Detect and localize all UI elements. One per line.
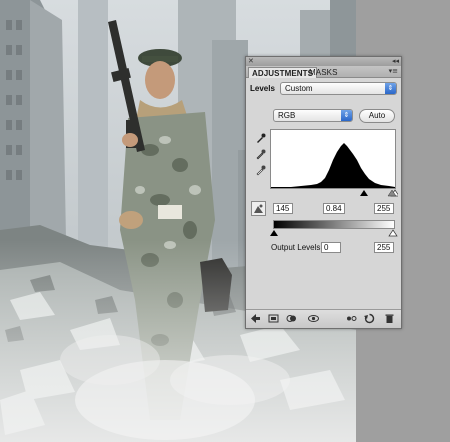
histogram-graph bbox=[271, 143, 395, 188]
output-levels-gradient bbox=[273, 220, 395, 229]
expanded-view-icon[interactable] bbox=[268, 313, 279, 324]
collapse-icon[interactable]: ◂◂ bbox=[392, 58, 399, 65]
adjustment-name-label: Levels bbox=[250, 84, 275, 93]
panel-bottom-toolbar bbox=[246, 310, 401, 328]
channel-select[interactable]: RGB ⇕ bbox=[273, 109, 353, 122]
adjustments-panel: ✕ ◂◂ ADJUSTMENTS MASKS ▾≡ Levels Custom … bbox=[245, 56, 402, 329]
output-level-sliders[interactable] bbox=[270, 229, 398, 237]
gray-point-eyedropper-icon[interactable] bbox=[255, 149, 266, 160]
panel-titlebar[interactable]: ✕ ◂◂ bbox=[246, 57, 401, 66]
output-white-slider bbox=[388, 229, 398, 237]
levels-histogram bbox=[270, 129, 396, 189]
white-point-eyedropper-icon[interactable] bbox=[255, 165, 266, 176]
input-gamma-field[interactable]: 0.84 bbox=[323, 203, 345, 214]
back-icon[interactable] bbox=[250, 313, 261, 324]
panel-tabs: ADJUSTMENTS MASKS ▾≡ bbox=[246, 66, 401, 78]
output-black-field[interactable]: 0 bbox=[321, 242, 341, 253]
black-point-slider bbox=[360, 190, 368, 196]
delete-icon[interactable] bbox=[384, 313, 395, 324]
output-levels-label: Output Levels: bbox=[271, 243, 323, 252]
visibility-eye-icon[interactable] bbox=[308, 313, 319, 324]
auto-button[interactable]: Auto bbox=[359, 109, 395, 123]
output-white-field[interactable]: 255 bbox=[374, 242, 394, 253]
tab-masks[interactable]: MASKS bbox=[306, 67, 341, 78]
panel-menu-icon[interactable]: ▾≡ bbox=[389, 67, 398, 75]
input-white-field[interactable]: 255 bbox=[374, 203, 394, 214]
channel-value: RGB bbox=[278, 111, 296, 120]
reset-icon[interactable] bbox=[364, 313, 375, 324]
input-black-field[interactable]: 145 bbox=[273, 203, 293, 214]
view-previous-state-icon[interactable] bbox=[346, 313, 357, 324]
updown-arrow-icon: ⇕ bbox=[341, 110, 352, 121]
clipping-preview-icon[interactable] bbox=[251, 201, 266, 216]
output-black-slider bbox=[270, 230, 278, 236]
close-icon[interactable]: ✕ bbox=[248, 58, 254, 65]
preset-select[interactable]: Custom ⇕ bbox=[280, 82, 397, 95]
clip-to-layer-icon[interactable] bbox=[286, 313, 297, 324]
preset-value: Custom bbox=[285, 84, 313, 93]
black-point-eyedropper-icon[interactable] bbox=[255, 133, 266, 144]
updown-arrow-icon: ⇕ bbox=[385, 83, 396, 94]
input-level-sliders[interactable] bbox=[270, 189, 398, 197]
